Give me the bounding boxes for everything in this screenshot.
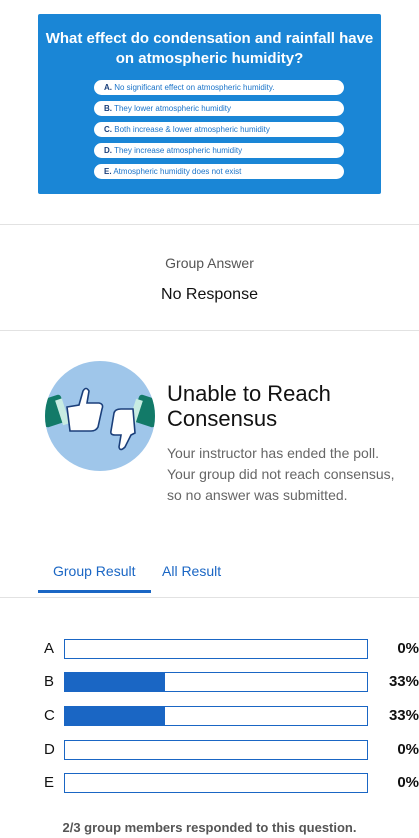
option-letter: E. (104, 167, 112, 176)
result-percent: 0% (397, 741, 419, 758)
result-percent: 0% (397, 774, 419, 791)
divider (0, 597, 419, 598)
result-tabs: Group Result All Result (0, 563, 419, 593)
tab-group-result[interactable]: Group Result (53, 563, 135, 579)
option-text: Both increase & lower atmospheric humidi… (114, 125, 270, 134)
result-row: C 33% (0, 705, 419, 727)
divider (0, 330, 419, 331)
option-letter: C. (104, 125, 112, 134)
result-label: E (44, 774, 55, 791)
option-letter: B. (104, 104, 112, 113)
option-text: They increase atmospheric humidity (114, 146, 243, 155)
consensus-message: Your instructor has ended the poll. Your… (167, 445, 395, 503)
result-label: C (44, 707, 55, 724)
option-letter: A. (104, 83, 112, 92)
option-b: B. They lower atmospheric humidity (94, 101, 344, 116)
result-bar-fill (65, 707, 165, 725)
responses-note: 2/3 group members responded to this ques… (62, 820, 357, 835)
result-percent: 33% (388, 707, 419, 724)
group-answer-label: Group Answer (165, 255, 254, 271)
result-label: D (44, 741, 55, 758)
tab-all-result[interactable]: All Result (162, 563, 221, 579)
option-e: E. Atmospheric humidity does not exist (94, 164, 344, 179)
question-options: A. No significant effect on atmospheric … (94, 80, 344, 185)
option-d: D. They increase atmospheric humidity (94, 143, 344, 158)
result-bar-track (64, 639, 368, 659)
thumbs-illustration (45, 387, 155, 451)
option-a: A. No significant effect on atmospheric … (94, 80, 344, 95)
result-bar-track (64, 672, 368, 692)
option-c: C. Both increase & lower atmospheric hum… (94, 122, 344, 137)
result-label: A (44, 640, 55, 657)
result-row: E 0% (0, 772, 419, 794)
result-row: D 0% (0, 739, 419, 761)
result-row: A 0% (0, 638, 419, 660)
result-bar-track (64, 706, 368, 726)
option-text: They lower atmospheric humidity (114, 104, 232, 113)
option-letter: D. (104, 146, 112, 155)
thumbs-up-down-icon (45, 361, 155, 471)
result-percent: 0% (397, 640, 419, 657)
divider (0, 224, 419, 225)
option-text: Atmospheric humidity does not exist (113, 167, 242, 176)
question-card: What effect do condensation and rainfall… (38, 14, 381, 194)
result-bar-track (64, 773, 368, 793)
result-row: B 33% (0, 671, 419, 693)
option-text: No significant effect on atmospheric hum… (114, 83, 275, 92)
result-percent: 33% (388, 673, 419, 690)
result-bar-fill (65, 673, 165, 691)
question-title: What effect do condensation and rainfall… (45, 30, 374, 67)
result-label: B (44, 673, 55, 690)
active-tab-indicator (38, 590, 151, 593)
consensus-title: Unable to Reach Consensus (167, 381, 331, 431)
group-answer-value: No Response (161, 286, 258, 303)
result-bar-track (64, 740, 368, 760)
